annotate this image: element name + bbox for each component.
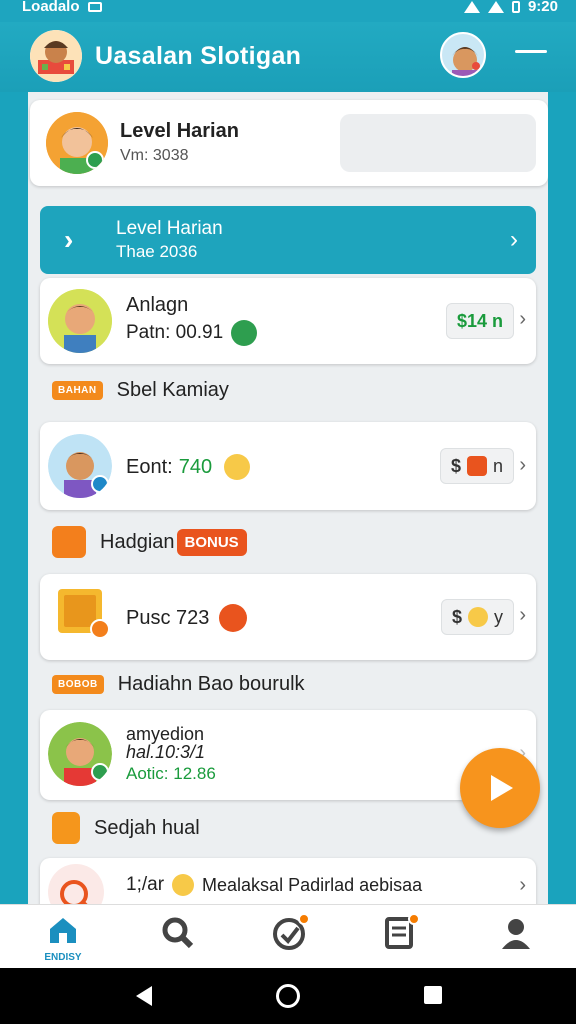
app-bar: Uasalan Slotigan	[0, 22, 576, 92]
level-card[interactable]: Level Harian Vm: 3038	[30, 100, 548, 186]
nav-profile[interactable]	[486, 915, 546, 965]
price-prefix: $	[451, 606, 462, 627]
notification-dot	[298, 913, 310, 925]
app-title: Uasalan Slotigan	[95, 42, 302, 70]
price-suffix: n	[492, 455, 503, 476]
banner-title: Level Harian	[116, 218, 223, 239]
player-stat: hal.10:3/1	[126, 742, 206, 762]
battery-icon	[511, 0, 520, 13]
player-avatar	[48, 289, 112, 353]
chevron-right-icon: ›	[519, 874, 526, 896]
basket-icon	[466, 456, 487, 476]
play-fab-button[interactable]	[460, 748, 540, 828]
chevron-right-icon: ›	[510, 226, 518, 253]
section-header: BOBOB Hadiahn Bao bourulk	[52, 666, 305, 702]
section-label: Sbel Kamiay	[116, 378, 229, 401]
section-header: BAHAN Sbel Kamiay	[52, 372, 229, 408]
reward-name: Pusc 723	[126, 606, 210, 629]
profile-avatar	[46, 112, 108, 174]
chevron-right-icon: ›	[519, 604, 526, 626]
coin-icon	[468, 607, 488, 627]
section-header: Hadgian BONUS	[52, 524, 247, 560]
bottom-nav: ENDISY	[0, 904, 576, 968]
status-bar: Loadalo 9:20	[0, 0, 576, 22]
status-time: 9:20	[527, 0, 558, 15]
home-circle-icon[interactable]	[276, 984, 300, 1008]
list-item[interactable]: Anlagn Patn: 00.91 $14 n ›	[40, 278, 536, 364]
smiley-icon	[224, 454, 251, 480]
list-item[interactable]: Pusc 723 $ y ›	[40, 574, 536, 660]
nav-rewards[interactable]	[260, 913, 320, 965]
row-line: 1;/ar Mealaksal Padirlad aebisaa	[126, 874, 422, 896]
back-icon[interactable]	[136, 986, 152, 1006]
menu-icon[interactable]	[515, 50, 547, 66]
home-icon	[50, 918, 76, 943]
player-avatar	[48, 434, 112, 498]
chevron-right-icon: ›	[519, 454, 526, 476]
player-name: Anlagn	[126, 294, 189, 316]
coin-icon	[219, 604, 248, 632]
check-icon	[231, 320, 258, 346]
nav-home[interactable]: ENDISY	[33, 915, 93, 965]
player-score: Eont: 740	[126, 454, 251, 480]
player-stat-text: Patn: 00.91	[126, 322, 224, 343]
profile-icon	[502, 919, 530, 949]
player-stat-2: Aotic: 12.86	[126, 764, 216, 783]
player-stat: Patn: 00.91	[126, 320, 258, 346]
price-suffix: y	[494, 606, 503, 627]
price-text: $14 n	[456, 310, 503, 331]
system-nav-bar	[0, 968, 576, 1024]
play-icon	[491, 775, 513, 801]
reward-icon	[56, 585, 110, 639]
level-banner[interactable]: › Level Harian Thae 2036 ›	[40, 206, 536, 274]
player-name: Eont:	[126, 455, 173, 478]
app-logo[interactable]	[30, 30, 82, 82]
nav-tasks[interactable]	[370, 913, 430, 965]
recents-icon[interactable]	[424, 986, 442, 1004]
level-title: Level Harian	[120, 120, 239, 142]
section-tag: BAHAN	[52, 380, 103, 400]
price-pill[interactable]: $ y	[440, 599, 514, 635]
row-title: 1;/ar	[126, 874, 165, 895]
section-label: Sedjah hual	[94, 816, 200, 839]
notification-dot	[408, 913, 420, 925]
signal-icon	[487, 0, 504, 13]
chevron-right-icon: ›	[64, 224, 74, 255]
gift-icon	[52, 526, 86, 558]
bonus-badge: BONUS	[176, 528, 247, 556]
player-avatar	[48, 722, 112, 786]
wallet-icon	[52, 812, 80, 844]
nav-search[interactable]	[148, 915, 208, 965]
price-pill[interactable]: $14 n	[445, 303, 514, 339]
nav-home-label: ENDISY	[44, 952, 82, 963]
section-header: Sedjah hual	[52, 810, 200, 846]
wifi-icon	[463, 0, 480, 13]
level-subtitle: Vm: 3038	[120, 147, 189, 164]
status-left-text: Loadalo	[22, 0, 80, 15]
list-item[interactable]: Eont: 740 $ n ›	[40, 422, 536, 510]
section-label: Hadgian	[100, 530, 175, 553]
search-icon	[162, 917, 194, 949]
score-value: 740	[178, 455, 213, 478]
section-tag: BOBOB	[52, 674, 104, 694]
smiley-icon	[172, 874, 195, 896]
section-label: Hadiahn Bao bourulk	[117, 672, 305, 695]
search-icon	[48, 864, 104, 904]
banner-subtitle: Thae 2036	[116, 242, 198, 261]
user-avatar[interactable]	[440, 32, 486, 78]
chevron-right-icon: ›	[519, 308, 526, 330]
price-prefix: $	[450, 455, 461, 476]
row-extra: Mealaksal Padirlad aebisaa	[202, 874, 423, 895]
notification-icon	[87, 1, 102, 12]
price-pill[interactable]: $ n	[439, 448, 514, 484]
level-placeholder-box[interactable]	[340, 114, 536, 172]
reward-line: Pusc 723	[126, 604, 248, 632]
list-item[interactable]: 1;/ar Mealaksal Padirlad aebisaa ›	[40, 858, 536, 904]
